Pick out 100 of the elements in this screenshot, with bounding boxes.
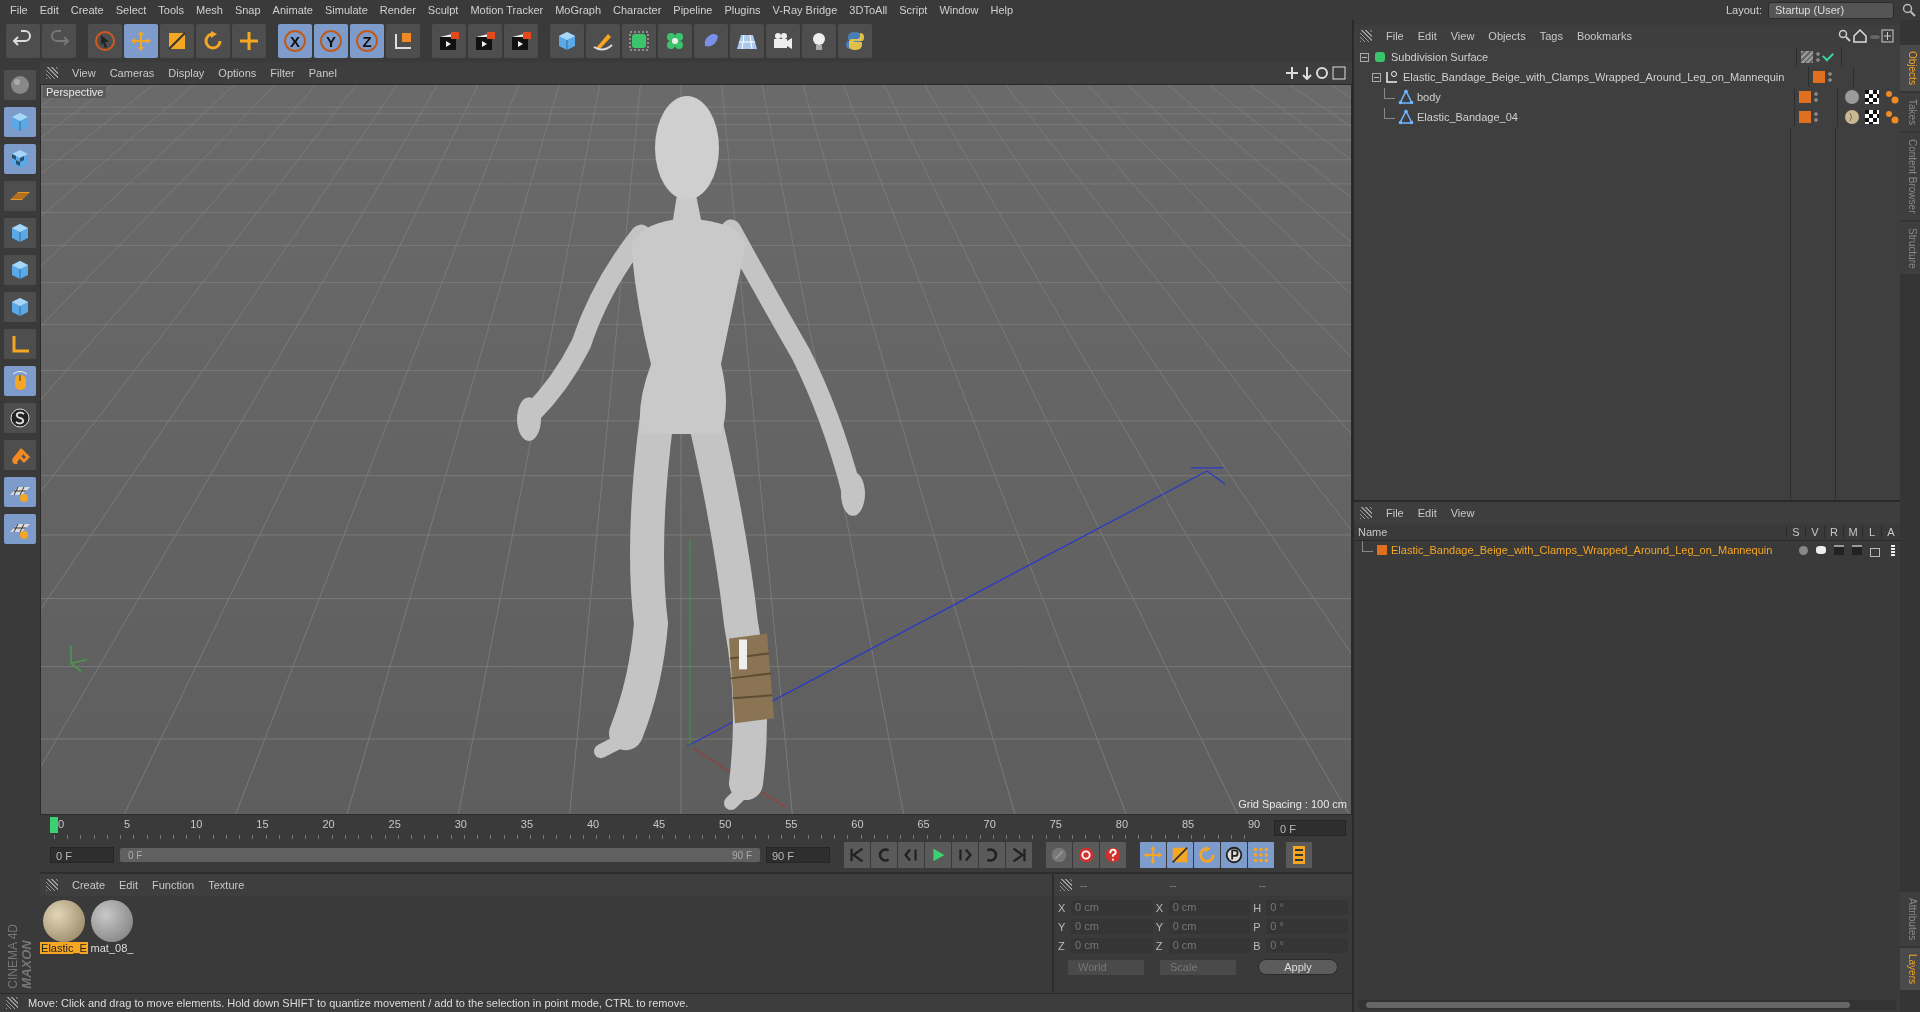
axis-lock-button[interactable]: X <box>278 24 312 58</box>
apply-button[interactable]: Apply <box>1258 959 1338 975</box>
object-name[interactable]: Elastic_Bandage_Beige_with_Clamps_Wrapped_Around_Leg_on_Mannequin <box>1403 71 1785 83</box>
scale-tool-button[interactable] <box>160 24 194 58</box>
python-tool-button[interactable] <box>838 24 872 58</box>
menu-item[interactable]: Render <box>373 4 422 16</box>
expand-toggle-icon[interactable] <box>1372 72 1381 82</box>
horizontal-scrollbar[interactable] <box>1358 1000 1896 1010</box>
material-swatch[interactable]: Elastic_E <box>42 900 86 954</box>
layer-menu-item[interactable]: Edit <box>1411 507 1443 519</box>
deformer-toggle-icon[interactable] <box>1801 51 1813 63</box>
object-menu-item[interactable]: File <box>1380 30 1410 42</box>
keyframe-button[interactable] <box>1073 842 1099 868</box>
cloner-tool-button[interactable] <box>658 24 692 58</box>
sphere-mode-button[interactable] <box>4 70 36 100</box>
snap-mode-button[interactable] <box>4 403 36 433</box>
menu-item[interactable]: Animate <box>266 4 319 16</box>
grid-mode-button[interactable] <box>4 514 36 544</box>
menu-item[interactable]: Help <box>984 4 1020 16</box>
selection-tag-icon[interactable] <box>1884 89 1900 105</box>
cube-mode-button[interactable] <box>4 218 36 248</box>
menu-item[interactable]: Snap <box>228 4 267 16</box>
viewport-menu-item[interactable]: Panel <box>302 67 343 79</box>
viewport-menu-item[interactable]: Cameras <box>103 67 161 79</box>
rotate-tool-button[interactable] <box>196 24 230 58</box>
menu-item[interactable]: Tools <box>152 4 190 16</box>
search-icon[interactable] <box>1902 3 1916 17</box>
visibility-dots-icon[interactable] <box>1814 91 1819 103</box>
material-swatch[interactable]: mat_08_ <box>90 900 134 954</box>
floor-tool-button[interactable] <box>730 24 764 58</box>
menu-item[interactable]: Simulate <box>318 4 374 16</box>
axis-lock-button[interactable]: Z <box>350 24 384 58</box>
menu-item[interactable]: Motion Tracker <box>464 4 550 16</box>
material-menu-item[interactable]: Edit <box>113 879 144 891</box>
viewport-menu-item[interactable]: Options <box>212 67 263 79</box>
visibility-dots-icon[interactable] <box>1828 71 1832 83</box>
menu-item[interactable]: Edit <box>33 4 65 16</box>
layout-dropdown[interactable]: Startup (User) <box>1768 1 1894 19</box>
material-menu-item[interactable]: Texture <box>202 879 251 891</box>
render-tool-button[interactable] <box>468 24 502 58</box>
menu-item[interactable]: Window <box>933 4 985 16</box>
pointer-tool-button[interactable] <box>88 24 122 58</box>
object-menu-item[interactable]: Objects <box>1482 30 1532 42</box>
cube-mode-button[interactable] <box>4 255 36 285</box>
grid-mode-button[interactable] <box>4 477 36 507</box>
object-menu-item[interactable]: View <box>1444 30 1481 42</box>
menu-item[interactable]: Create <box>64 4 110 16</box>
visibility-dots-icon[interactable] <box>1814 111 1819 123</box>
viewport-menu-item[interactable]: Filter <box>264 67 301 79</box>
viewport-menu-item[interactable]: View <box>66 67 102 79</box>
cube-tool-button[interactable] <box>550 24 584 58</box>
material-tag-icon[interactable] <box>1844 89 1860 105</box>
menu-item[interactable]: Plugins <box>718 4 767 16</box>
object-menu-item[interactable]: Edit <box>1411 30 1443 42</box>
menu-item[interactable]: V-Ray Bridge <box>766 4 844 16</box>
menu-item[interactable]: Pipeline <box>667 4 719 16</box>
timeline-button[interactable] <box>1286 842 1312 868</box>
selection-tag-icon[interactable] <box>1884 109 1900 125</box>
end-frame-field[interactable]: 0 F <box>1274 820 1346 836</box>
texture-tag-icon[interactable] <box>1864 89 1880 105</box>
object-name[interactable]: Subdivision Surface <box>1391 51 1489 63</box>
menu-item[interactable]: 3DToAll <box>843 4 894 16</box>
axis-lock-button[interactable]: Y <box>314 24 348 58</box>
visibility-dots-icon[interactable] <box>1816 51 1820 63</box>
side-tab[interactable]: Objects <box>1900 45 1920 91</box>
pen-tool-button[interactable] <box>586 24 620 58</box>
coord-tool-button[interactable] <box>386 24 420 58</box>
menu-item[interactable]: File <box>4 4 34 16</box>
scale-key-button[interactable] <box>1167 842 1193 868</box>
light-tool-button[interactable] <box>802 24 836 58</box>
playback-button[interactable] <box>925 842 951 868</box>
cube-mode-button[interactable] <box>4 292 36 322</box>
material-menu-item[interactable]: Function <box>146 879 201 891</box>
undo-tool-button[interactable] <box>6 24 40 58</box>
object-manager-tools-icon[interactable] <box>1838 29 1894 43</box>
menu-item[interactable]: Mesh <box>190 4 229 16</box>
menu-item[interactable]: Select <box>109 4 153 16</box>
view-navigation-icon[interactable] <box>1286 66 1346 80</box>
fabric-tag-icon[interactable] <box>1844 109 1860 125</box>
3d-viewport[interactable]: Perspective Grid Spacing : 100 cm <box>40 84 1352 815</box>
render-tool-button[interactable] <box>432 24 466 58</box>
axis-mode-button[interactable] <box>4 329 36 359</box>
param-key-button[interactable] <box>1221 842 1247 868</box>
menu-item[interactable]: Character <box>607 4 668 16</box>
plane-mode-button[interactable] <box>4 181 36 211</box>
object-name[interactable]: Elastic_Bandage_04 <box>1417 111 1518 123</box>
menu-item[interactable]: Sculpt <box>421 4 465 16</box>
layer-menu-item[interactable]: File <box>1380 507 1410 519</box>
keyframe-button[interactable] <box>1100 842 1126 868</box>
expand-toggle-icon[interactable] <box>1360 52 1369 62</box>
current-frame-field[interactable]: 0 F <box>50 847 114 863</box>
viewport-menu-item[interactable]: Display <box>162 67 211 79</box>
magnet-mode-button[interactable] <box>4 440 36 470</box>
checker-mode-button[interactable] <box>4 144 36 174</box>
manager-icon[interactable] <box>1850 543 1864 557</box>
menu-item[interactable]: MoGraph <box>549 4 608 16</box>
plus-tool-button[interactable] <box>232 24 266 58</box>
view-eye-icon[interactable] <box>1814 543 1828 557</box>
side-tab[interactable]: Layers <box>1900 948 1920 990</box>
render-clapper-icon[interactable] <box>1832 543 1846 557</box>
